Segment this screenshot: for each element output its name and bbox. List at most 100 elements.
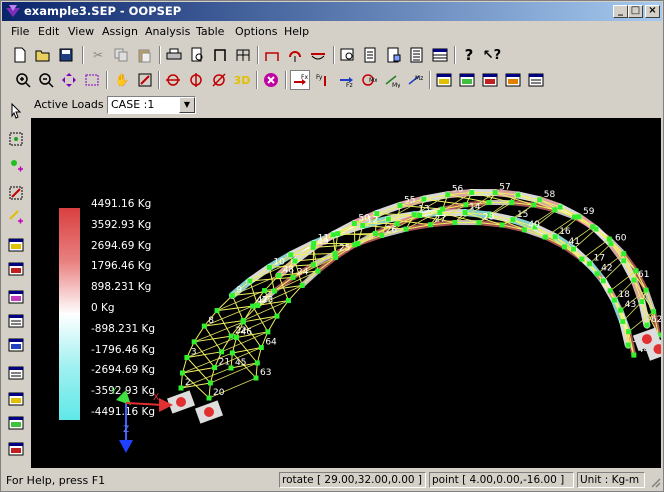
- zoom-window-icon[interactable]: [338, 45, 358, 65]
- report-icon[interactable]: [361, 45, 381, 65]
- node: [561, 244, 567, 250]
- select-arrow-icon[interactable]: [6, 101, 26, 121]
- menu-view[interactable]: View: [68, 25, 94, 38]
- table-i-icon[interactable]: [6, 439, 26, 459]
- active-loads-select[interactable]: CASE :1 ▼: [107, 96, 196, 114]
- close-button[interactable]: ×: [645, 5, 660, 18]
- support-pin: [641, 334, 652, 345]
- node: [621, 258, 627, 264]
- main-toolbar: ✂ ? ↖?: [2, 43, 662, 68]
- node: [228, 333, 234, 339]
- menu-assign[interactable]: Assign: [102, 25, 138, 38]
- frame-icon[interactable]: [210, 45, 230, 65]
- menu-edit[interactable]: Edit: [38, 25, 59, 38]
- table-f-icon[interactable]: [6, 363, 26, 383]
- node: [620, 319, 626, 325]
- menu-table[interactable]: Table: [196, 25, 224, 38]
- side-view-icon[interactable]: [186, 70, 206, 90]
- copy-icon[interactable]: [111, 45, 131, 65]
- force-fz-icon[interactable]: Fz: [336, 70, 356, 90]
- pan-hand-icon[interactable]: ✋: [112, 70, 132, 90]
- rotate-view-icon[interactable]: [135, 70, 155, 90]
- force-fy-icon[interactable]: Fy: [313, 70, 333, 90]
- zoom-in-icon[interactable]: [13, 70, 33, 90]
- node: [335, 231, 341, 237]
- add-node-icon[interactable]: [6, 155, 26, 175]
- zoom-box-icon[interactable]: [82, 70, 102, 90]
- select-node-icon[interactable]: [6, 129, 26, 149]
- stop-icon[interactable]: [261, 70, 281, 90]
- menu-bar: File Edit View Assign Analysis Table Opt…: [2, 22, 662, 41]
- portal-icon[interactable]: [233, 45, 253, 65]
- menu-help[interactable]: Help: [284, 25, 309, 38]
- result-table-5-icon[interactable]: [526, 70, 546, 90]
- node: [445, 192, 451, 198]
- paste-icon[interactable]: [134, 45, 154, 65]
- node: [537, 197, 543, 203]
- svg-text:Mx: Mx: [369, 77, 377, 84]
- result-table-3-icon[interactable]: [480, 70, 500, 90]
- node: [229, 350, 235, 356]
- rotate-node-icon[interactable]: [285, 45, 305, 65]
- table-e-icon[interactable]: [6, 335, 26, 355]
- structure-model[interactable]: 2389101112131415161718192021222324252627…: [31, 118, 661, 468]
- node: [631, 352, 637, 358]
- menu-file[interactable]: File: [11, 25, 29, 38]
- model-viewport[interactable]: 4491.16 Kg 3592.93 Kg 2694.69 Kg 1796.46 Kg…: [31, 118, 661, 468]
- node-label: 18: [618, 290, 630, 300]
- new-file-icon[interactable]: [10, 45, 30, 65]
- menu-analysis[interactable]: Analysis: [145, 25, 190, 38]
- table-d-icon[interactable]: [6, 311, 26, 331]
- add-member-icon[interactable]: [6, 207, 26, 227]
- arch-icon[interactable]: [262, 45, 282, 65]
- table-c-icon[interactable]: [6, 287, 26, 307]
- node-label: 43: [625, 300, 636, 310]
- menu-options[interactable]: Options: [235, 25, 277, 38]
- moment-mx-icon[interactable]: Mx: [359, 70, 379, 90]
- beam-icon[interactable]: [308, 45, 328, 65]
- result-table-4-icon[interactable]: [503, 70, 523, 90]
- node: [179, 370, 185, 376]
- moment-my-icon[interactable]: My: [382, 70, 402, 90]
- 3d-view-icon[interactable]: 3D: [232, 70, 252, 90]
- title-bar[interactable]: example3.SEP - OOPSEP _ □ ×: [2, 2, 662, 21]
- node: [571, 246, 577, 252]
- chevron-down-icon[interactable]: ▼: [179, 97, 195, 113]
- minimize-button[interactable]: _: [613, 5, 628, 18]
- plan-view-icon[interactable]: [209, 70, 229, 90]
- axis-z-arrow: [119, 440, 133, 453]
- table-h-icon[interactable]: [6, 413, 26, 433]
- print-preview-icon[interactable]: [187, 45, 207, 65]
- front-view-icon[interactable]: [163, 70, 183, 90]
- node: [262, 288, 268, 294]
- save-disk-icon[interactable]: [56, 45, 76, 65]
- node: [486, 200, 492, 206]
- table-g-icon[interactable]: [6, 389, 26, 409]
- result-table-1-icon[interactable]: [434, 70, 454, 90]
- report-grid-icon[interactable]: [384, 45, 404, 65]
- cut-icon[interactable]: ✂: [88, 45, 108, 65]
- result-table-2-icon[interactable]: [457, 70, 477, 90]
- open-folder-icon[interactable]: [33, 45, 53, 65]
- zoom-extents-icon[interactable]: [59, 70, 79, 90]
- select-member-icon[interactable]: [6, 183, 26, 203]
- node-label: 63: [260, 368, 271, 378]
- node-label: 27: [434, 215, 445, 225]
- axis-y-label: Y: [110, 387, 117, 397]
- report-list-icon[interactable]: [407, 45, 427, 65]
- force-fx-icon[interactable]: Fx: [290, 70, 310, 90]
- table-icon[interactable]: [430, 45, 450, 65]
- node-label: 17: [594, 254, 605, 264]
- context-help-icon[interactable]: ↖?: [482, 45, 502, 65]
- table-b-icon[interactable]: [6, 259, 26, 279]
- table-a-icon[interactable]: [6, 235, 26, 255]
- zoom-out-icon[interactable]: [36, 70, 56, 90]
- node-label: 2: [185, 378, 191, 388]
- resize-grip-icon[interactable]: [649, 476, 661, 488]
- node: [499, 222, 505, 228]
- maximize-button[interactable]: □: [628, 5, 643, 18]
- help-icon[interactable]: ?: [459, 45, 479, 65]
- node-label: 60: [615, 234, 627, 244]
- print-icon[interactable]: [164, 45, 184, 65]
- moment-mz-icon[interactable]: Mz: [405, 70, 425, 90]
